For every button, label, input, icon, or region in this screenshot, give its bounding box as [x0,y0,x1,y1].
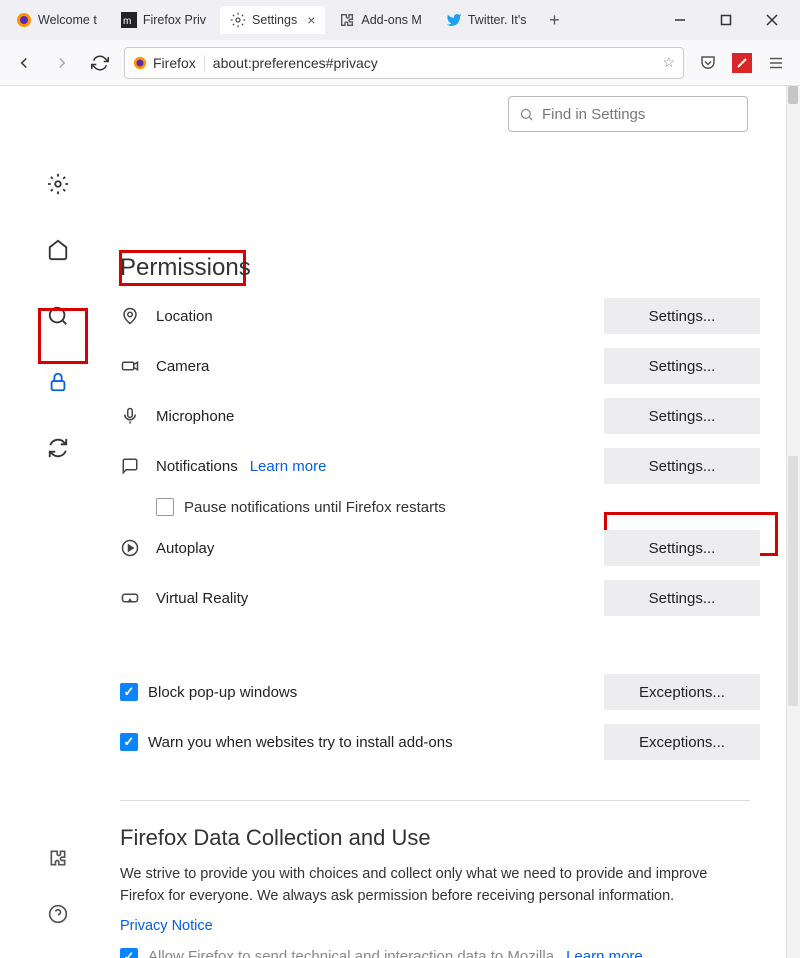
scrollbar-thumb[interactable] [788,456,798,706]
camera-settings-button[interactable]: Settings... [604,348,760,384]
warn-install-exceptions-button[interactable]: Exceptions... [604,724,760,760]
toolbar: Firefox about:preferences#privacy ☆ [0,40,800,86]
window-controls [658,5,794,35]
vertical-scrollbar[interactable] [786,86,800,958]
bottom-sidebar [40,840,76,932]
extension-button[interactable] [732,53,752,73]
warn-install-row: Warn you when websites try to install ad… [120,724,780,760]
block-popups-row: Block pop-up windows Exceptions... [120,674,780,710]
minimize-button[interactable] [658,5,702,35]
allow-data-learn-more-link[interactable]: Learn more [566,948,643,958]
permission-label: Notifications [156,458,238,475]
svg-text:m: m [123,16,131,27]
gear-icon [230,12,246,28]
category-sync[interactable] [40,430,76,466]
permission-camera: Camera Settings... [120,348,780,384]
tab-firefox-priv[interactable]: m Firefox Priv [111,6,216,34]
category-privacy[interactable] [40,364,76,400]
new-tab-button[interactable]: + [541,6,569,34]
permission-label: Microphone [156,408,234,425]
search-placeholder: Find in Settings [542,106,645,123]
location-icon [120,306,140,326]
twitter-icon [446,12,462,28]
tab-twitter[interactable]: Twitter. It's [436,6,537,34]
puzzle-icon [339,12,355,28]
highlight-privacy-icon [38,308,88,364]
camera-icon [120,356,140,376]
warn-install-label: Warn you when websites try to install ad… [148,734,453,751]
maximize-button[interactable] [704,5,748,35]
close-window-button[interactable] [750,5,794,35]
tab-label: Firefox Priv [143,13,206,27]
tab-label: Welcome t [38,13,97,27]
scrollbar-arrow-up[interactable] [788,86,798,104]
tab-bar: Welcome t m Firefox Priv Settings × Add-… [0,0,800,40]
permission-label: Autoplay [156,540,214,557]
notifications-icon [120,456,140,476]
category-general[interactable] [40,166,76,202]
site-icon: m [121,12,137,28]
permission-label: Location [156,308,213,325]
tab-label: Add-ons M [361,13,421,27]
close-icon[interactable]: × [307,12,315,28]
tab-label: Twitter. It's [468,13,527,27]
permission-vr: Virtual Reality Settings... [120,580,780,616]
section-divider [120,800,750,801]
back-button[interactable] [10,49,38,77]
tab-addons[interactable]: Add-ons M [329,6,431,34]
allow-data-checkbox[interactable] [120,948,138,958]
block-popups-checkbox[interactable] [120,683,138,701]
microphone-icon [120,406,140,426]
pause-notifications-checkbox[interactable] [156,498,174,516]
permissions-list: Location Settings... Camera Settings... … [120,298,780,760]
identity-box[interactable]: Firefox [133,55,205,71]
tab-welcome[interactable]: Welcome t [6,6,107,34]
warn-install-checkbox[interactable] [120,733,138,751]
notifications-settings-button[interactable]: Settings... [604,448,760,484]
data-collection-heading: Firefox Data Collection and Use [120,825,780,851]
location-settings-button[interactable]: Settings... [604,298,760,334]
identity-label: Firefox [153,55,196,71]
permission-microphone: Microphone Settings... [120,398,780,434]
allow-data-label: Allow Firefox to send technical and inte… [148,948,554,958]
pause-notifications-row: Pause notifications until Firefox restar… [156,498,780,516]
firefox-icon [16,12,32,28]
find-in-settings-input[interactable]: Find in Settings [508,96,748,132]
permissions-heading: Permissions [120,254,251,282]
reload-button[interactable] [86,49,114,77]
tab-label: Settings [252,13,297,27]
allow-data-row: Allow Firefox to send technical and inte… [120,948,780,958]
pocket-button[interactable] [694,49,722,77]
data-collection-body: We strive to provide you with choices an… [120,863,740,908]
vr-settings-button[interactable]: Settings... [604,580,760,616]
url-text: about:preferences#privacy [213,55,378,71]
help-button[interactable] [40,896,76,932]
vr-icon [120,588,140,608]
main-pane: Find in Settings Permissions Location Se… [120,96,780,958]
content-area: Find in Settings Permissions Location Se… [0,86,800,958]
permission-location: Location Settings... [120,298,780,334]
permission-label: Virtual Reality [156,590,248,607]
category-home[interactable] [40,232,76,268]
addons-button[interactable] [40,840,76,876]
block-popups-label: Block pop-up windows [148,684,297,701]
search-icon [519,107,534,122]
autoplay-settings-button[interactable]: Settings... [604,530,760,566]
app-menu-button[interactable] [762,49,790,77]
url-bar[interactable]: Firefox about:preferences#privacy ☆ [124,47,684,79]
notifications-learn-more-link[interactable]: Learn more [250,458,327,475]
permission-label: Camera [156,358,209,375]
forward-button[interactable] [48,49,76,77]
permission-autoplay: Autoplay Settings... [120,530,780,566]
firefox-icon [133,56,147,70]
privacy-notice-link[interactable]: Privacy Notice [120,918,780,934]
block-popups-exceptions-button[interactable]: Exceptions... [604,674,760,710]
microphone-settings-button[interactable]: Settings... [604,398,760,434]
permission-notifications: Notifications Learn more Settings... [120,448,780,484]
autoplay-icon [120,538,140,558]
bookmark-star-icon[interactable]: ☆ [662,54,675,71]
tab-settings[interactable]: Settings × [220,6,325,34]
pause-notifications-label: Pause notifications until Firefox restar… [184,499,446,516]
